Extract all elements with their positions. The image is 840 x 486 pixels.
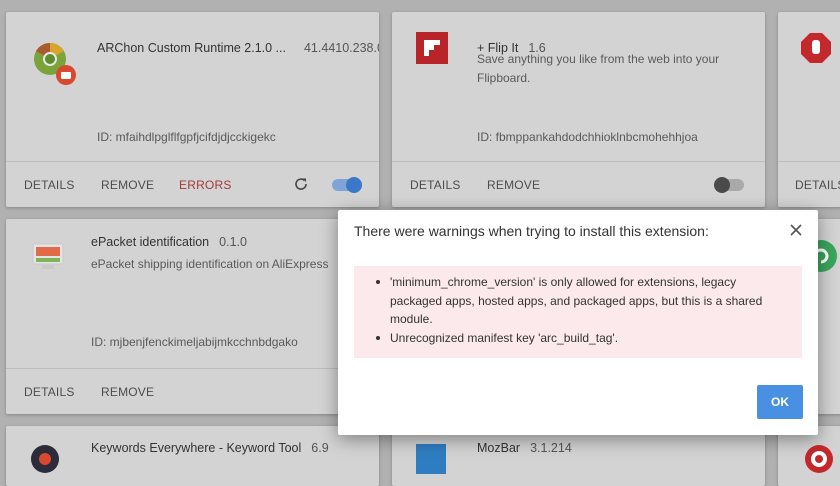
dialog-title: There were warnings when trying to insta… xyxy=(354,223,709,239)
warnings-list-box: 'minimum_chrome_version' is only allowed… xyxy=(354,266,802,358)
extension-card-mozbar: MozBar 3.1.214 xyxy=(392,426,765,486)
remove-button[interactable]: REMOVE xyxy=(101,385,154,399)
install-warning-dialog: There were warnings when trying to insta… xyxy=(338,210,818,435)
extension-id: ID: mfaihdlpglflfgpfjcifdjdjcckigekc xyxy=(97,130,276,144)
extension-version: 3.1.214 xyxy=(530,441,572,455)
card-footer: DETAILS xyxy=(778,161,840,207)
warning-item: 'minimum_chrome_version' is only allowed… xyxy=(376,273,786,329)
stop-sign-icon xyxy=(800,32,832,64)
chrome-app-icon xyxy=(33,42,76,85)
details-button[interactable]: DETAILS xyxy=(795,178,840,192)
extension-card-archon: ARChon Custom Runtime 2.1.0 ... 41.4410.2… xyxy=(6,12,379,207)
ok-button[interactable]: OK xyxy=(757,385,803,419)
epacket-icon xyxy=(30,239,66,275)
reload-icon[interactable] xyxy=(293,176,309,192)
card-footer: DETAILS REMOVE ERRORS xyxy=(6,161,379,207)
enable-toggle[interactable] xyxy=(714,177,744,193)
extension-title: ARChon Custom Runtime 2.1.0 ... xyxy=(97,41,286,55)
extension-title: ePacket identification xyxy=(91,235,210,249)
remove-button[interactable]: REMOVE xyxy=(487,178,540,192)
extension-version: 41.4410.238.0 xyxy=(303,41,379,55)
extension-title: Keywords Everywhere - Keyword Tool xyxy=(91,441,302,455)
target-icon xyxy=(804,444,834,474)
card-footer: DETAILS REMOVE xyxy=(6,368,379,414)
close-icon[interactable] xyxy=(788,222,804,238)
extension-card-adblock: DETAILS xyxy=(778,12,840,207)
details-button[interactable]: DETAILS xyxy=(410,178,461,192)
extension-version: 0.1.0 xyxy=(219,235,247,249)
card-footer: DETAILS REMOVE xyxy=(392,161,765,207)
extension-card-keywords: Keywords Everywhere - Keyword Tool 6.9 xyxy=(6,426,379,486)
extension-name: ARChon Custom Runtime 2.1.0 ... 41.4410.2… xyxy=(97,41,379,55)
card-body: ARChon Custom Runtime 2.1.0 ... 41.4410.2… xyxy=(6,12,379,172)
extension-description: ePacket shipping identification on AliEx… xyxy=(91,257,329,271)
extension-id: ID: fbmppankahdodchhioklnbcmohehhjoa xyxy=(477,130,698,144)
extension-description: Save anything you like from the web into… xyxy=(477,52,720,85)
errors-button[interactable]: ERRORS xyxy=(179,178,232,192)
flipboard-icon xyxy=(416,32,448,64)
mozbar-icon xyxy=(416,444,446,474)
extension-title: MozBar xyxy=(477,441,521,455)
extension-card-flipit: + Flip It 1.6 Save anything you like from… xyxy=(392,12,765,207)
details-button[interactable]: DETAILS xyxy=(24,178,75,192)
enable-toggle[interactable] xyxy=(332,177,362,193)
warnings-list: 'minimum_chrome_version' is only allowed… xyxy=(376,273,786,348)
remove-button[interactable]: REMOVE xyxy=(101,178,154,192)
extension-version: 6.9 xyxy=(311,441,329,455)
extension-name: Keywords Everywhere - Keyword Tool 6.9 xyxy=(91,441,329,455)
warning-item: Unrecognized manifest key 'arc_build_tag… xyxy=(376,329,786,348)
extension-name: MozBar 3.1.214 xyxy=(477,441,572,455)
keywords-icon xyxy=(30,444,60,474)
extension-card-epacket: ePacket identification 0.1.0 ePacket ship… xyxy=(6,219,379,414)
extension-card-partial-bottom xyxy=(778,426,840,486)
extension-name: ePacket identification 0.1.0 xyxy=(91,235,247,249)
extension-id: ID: mjbenjfenckimeljabijmkcchnbdgako xyxy=(91,335,298,349)
details-button[interactable]: DETAILS xyxy=(24,385,75,399)
